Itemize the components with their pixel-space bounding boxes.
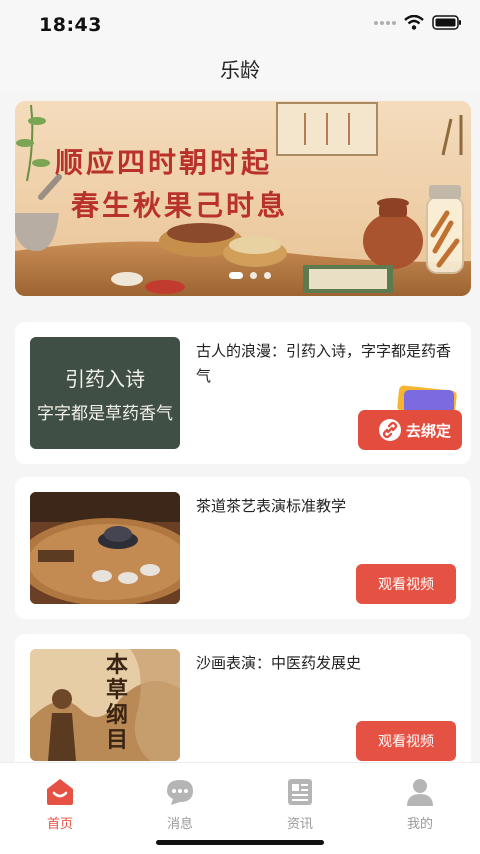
tab-label: 资讯 bbox=[286, 817, 313, 832]
video-title[interactable]: 茶道茶艺表演标准教学 bbox=[196, 494, 464, 519]
thumbnail-caption-2: 字字都是草药香气 bbox=[37, 404, 173, 424]
tab-label: 我的 bbox=[406, 817, 433, 832]
message-icon bbox=[167, 780, 193, 805]
video-thumbnail[interactable]: 本草纲目 bbox=[30, 649, 180, 761]
thumbnail-title: 本草纲目 bbox=[106, 652, 129, 753]
video-thumbnail[interactable] bbox=[30, 492, 180, 604]
sand-painting-illustration bbox=[30, 649, 180, 761]
signal-icon bbox=[374, 20, 396, 25]
banner-carousel[interactable]: 顺应四时朝时起 春生秋果己时息 bbox=[15, 101, 471, 296]
tab-profile[interactable]: 我的 bbox=[360, 777, 480, 832]
video-title[interactable]: 古人的浪漫：引药入诗，字字都是药香气 bbox=[196, 339, 464, 389]
link-icon bbox=[379, 419, 401, 441]
news-icon bbox=[288, 779, 312, 805]
banner-headline-2: 春生秋果己时息 bbox=[71, 189, 289, 222]
tab-label: 首页 bbox=[46, 817, 73, 832]
page-title: 乐龄 bbox=[220, 58, 260, 82]
carousel-dot[interactable] bbox=[264, 272, 271, 279]
home-indicator[interactable] bbox=[156, 840, 324, 845]
bind-floating-button[interactable]: 去绑定 bbox=[358, 385, 462, 450]
carousel-indicator[interactable] bbox=[229, 272, 271, 279]
video-card[interactable]: 本草纲目 沙画表演：中医药发展史 观看视频 bbox=[15, 634, 471, 776]
header: 乐龄 bbox=[0, 52, 480, 92]
tab-home[interactable]: 首页 bbox=[0, 777, 120, 832]
bind-button-label: 去绑定 bbox=[406, 422, 452, 440]
status-icons bbox=[374, 15, 462, 30]
carousel-dot-active[interactable] bbox=[229, 272, 243, 279]
thumbnail-caption-1: 引药入诗 bbox=[65, 367, 145, 391]
wifi-icon bbox=[404, 15, 424, 30]
video-title[interactable]: 沙画表演：中医药发展史 bbox=[196, 651, 464, 676]
status-time: 18:43 bbox=[39, 14, 102, 36]
video-card[interactable]: 茶道茶艺表演标准教学 观看视频 bbox=[15, 477, 471, 619]
tab-news[interactable]: 资讯 bbox=[240, 777, 360, 832]
tab-label: 消息 bbox=[166, 817, 193, 832]
tea-ceremony-illustration bbox=[30, 492, 180, 604]
watch-video-button[interactable]: 观看视频 bbox=[356, 721, 456, 761]
profile-icon bbox=[407, 779, 433, 806]
tab-messages[interactable]: 消息 bbox=[120, 777, 240, 832]
carousel-dot[interactable] bbox=[250, 272, 257, 279]
status-bar: 18:43 bbox=[0, 0, 480, 52]
video-thumbnail[interactable]: 引药入诗 字字都是草药香气 bbox=[30, 337, 180, 449]
banner-headline-1: 顺应四时朝时起 bbox=[55, 146, 273, 179]
watch-video-button[interactable]: 观看视频 bbox=[356, 564, 456, 604]
home-icon bbox=[47, 779, 73, 805]
battery-icon bbox=[432, 15, 461, 30]
